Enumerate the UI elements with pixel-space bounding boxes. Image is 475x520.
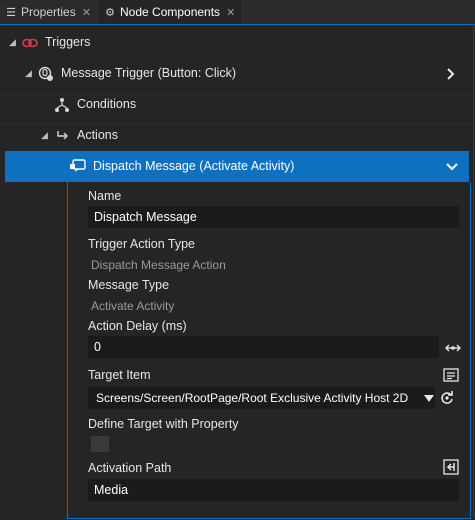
list-icon: ☰ (6, 7, 16, 19)
trigger-icon (22, 27, 38, 58)
tree-label: Dispatch Message (Activate Activity) (93, 159, 295, 173)
path-picker-icon[interactable] (443, 459, 459, 475)
message-type-label: Message Type (88, 278, 170, 292)
scrollbar-track (473, 24, 474, 518)
message-type-value: Activate Activity (91, 299, 175, 313)
reset-icon[interactable] (439, 390, 455, 406)
tree-row-triggers[interactable]: ◢ Triggers (0, 27, 473, 58)
define-target-checkbox[interactable] (91, 436, 109, 452)
dispatch-message-icon (69, 151, 87, 182)
target-item-label: Target Item (88, 368, 151, 382)
tree-row-actions[interactable]: ◢ Actions (0, 120, 473, 151)
tree-row-message-trigger[interactable]: ◢ Message Trigger (Button: Click) (0, 58, 473, 89)
tab-properties[interactable]: ☰ Properties ✕ (4, 0, 91, 24)
node-components-icon: ⚙ (105, 7, 115, 19)
target-item-dropdown[interactable]: Screens/Screen/RootPage/Root Exclusive A… (88, 387, 435, 409)
conditions-icon (54, 89, 70, 120)
tree-row-dispatch-message[interactable]: Dispatch Message (Activate Activity) (5, 151, 469, 182)
drag-adjust-icon[interactable] (445, 340, 461, 356)
tree-row-conditions[interactable]: Conditions (0, 89, 473, 120)
define-target-label: Define Target with Property (88, 417, 239, 431)
close-icon[interactable]: ✕ (226, 1, 235, 25)
chevron-down-icon[interactable] (446, 151, 458, 182)
close-icon[interactable]: ✕ (82, 1, 91, 25)
dropdown-arrow-icon[interactable] (421, 390, 437, 406)
actions-icon (56, 120, 70, 151)
tab-node-components-label: Node Components (120, 5, 221, 19)
action-delay-field[interactable]: 0 (88, 336, 439, 358)
chevron-right-icon[interactable] (446, 58, 456, 89)
message-trigger-icon (38, 58, 54, 89)
tab-node-components[interactable]: ⚙ Node Components ✕ (99, 0, 242, 25)
picker-icon[interactable] (443, 367, 459, 383)
activation-path-label: Activation Path (88, 461, 172, 475)
name-field[interactable]: Dispatch Message (88, 206, 459, 228)
expand-triangle-icon[interactable]: ◢ (41, 120, 48, 151)
tab-bar: ☰ Properties ✕ ⚙ Node Components ✕ (0, 0, 475, 25)
expand-triangle-icon[interactable]: ◢ (9, 27, 16, 58)
tree-label: Triggers (45, 35, 91, 49)
tab-properties-label: Properties (21, 5, 76, 19)
tree-label: Conditions (77, 97, 137, 111)
expand-triangle-icon[interactable]: ◢ (25, 58, 32, 89)
target-item-value: Screens/Screen/RootPage/Root Exclusive A… (96, 391, 409, 405)
activation-path-field[interactable]: Media (88, 479, 459, 501)
tree-label: Message Trigger (Button: Click) (61, 66, 237, 80)
action-delay-label: Action Delay (ms) (88, 319, 187, 333)
name-label: Name (88, 189, 122, 203)
trigger-action-type-label: Trigger Action Type (88, 237, 196, 251)
trigger-action-type-value: Dispatch Message Action (91, 258, 226, 272)
tree-label: Actions (77, 128, 118, 142)
